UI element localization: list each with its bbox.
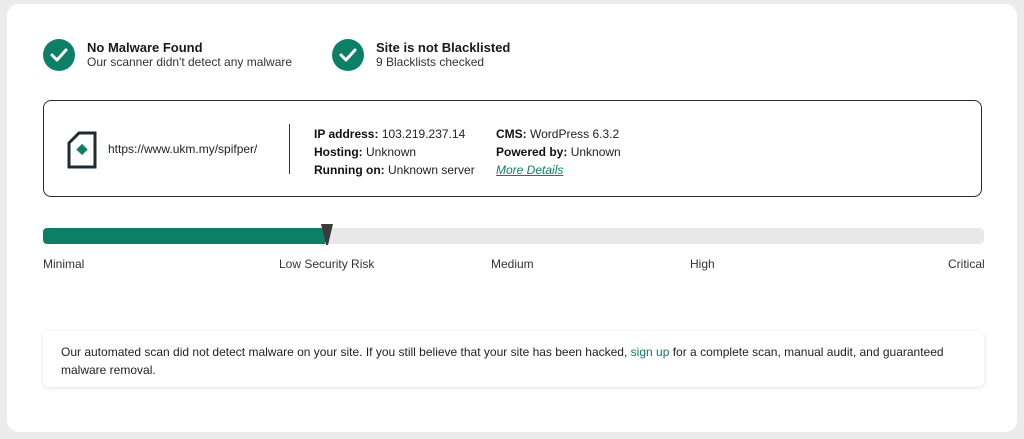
site-info-panel: https://www.ukm.my/spifper/ IP address: … xyxy=(43,100,982,197)
check-circle-icon xyxy=(332,39,364,71)
malware-status: No Malware Found Our scanner didn't dete… xyxy=(43,39,292,71)
server-details: IP address: 103.219.237.14 Hosting: Unkn… xyxy=(314,125,475,179)
risk-label-minimal: Minimal xyxy=(43,257,85,271)
cms-row: CMS: WordPress 6.3.2 xyxy=(496,125,621,143)
cms-label: CMS: xyxy=(496,127,527,141)
check-circle-icon xyxy=(43,39,75,71)
notice-text: Our automated scan did not detect malwar… xyxy=(61,345,628,359)
blacklist-status-title: Site is not Blacklisted xyxy=(376,40,511,55)
running-on-label: Running on: xyxy=(314,163,385,177)
ip-address-row: IP address: 103.219.237.14 xyxy=(314,125,475,143)
powered-by-row: Powered by: Unknown xyxy=(496,143,621,161)
risk-label-high: High xyxy=(690,257,715,271)
risk-label-low: Low Security Risk xyxy=(279,257,375,271)
running-on-row: Running on: Unknown server xyxy=(314,161,475,179)
malware-status-subtitle: Our scanner didn't detect any malware xyxy=(87,55,293,69)
cms-details: CMS: WordPress 6.3.2 Powered by: Unknown… xyxy=(496,125,621,179)
hosting-value: Unknown xyxy=(366,145,417,159)
running-on-value: Unknown server xyxy=(387,163,475,177)
scan-notice: Our automated scan did not detect malwar… xyxy=(43,331,984,387)
hosting-label: Hosting: xyxy=(314,145,363,159)
risk-pointer-icon xyxy=(321,224,333,251)
powered-by-value: Unknown xyxy=(570,145,621,159)
risk-label-medium: Medium xyxy=(491,257,534,271)
powered-by-label: Powered by: xyxy=(496,145,568,159)
malware-status-title: No Malware Found xyxy=(87,40,203,55)
site-url: https://www.ukm.my/spifper/ xyxy=(108,142,258,156)
site-file-icon xyxy=(67,131,97,174)
blacklist-status: Site is not Blacklisted 9 Blacklists che… xyxy=(332,39,510,71)
blacklist-status-subtitle: 9 Blacklists checked xyxy=(376,55,485,69)
hosting-row: Hosting: Unknown xyxy=(314,143,475,161)
more-details-link[interactable]: More Details xyxy=(496,163,563,177)
ip-address-value: 103.219.237.14 xyxy=(381,127,466,141)
risk-meter-fill xyxy=(43,228,325,244)
risk-meter xyxy=(43,224,984,245)
ip-address-label: IP address: xyxy=(314,127,379,141)
divider xyxy=(289,124,290,174)
sign-up-link[interactable]: sign up xyxy=(631,345,670,359)
risk-label-critical: Critical xyxy=(948,257,985,271)
cms-value: WordPress 6.3.2 xyxy=(530,127,620,141)
